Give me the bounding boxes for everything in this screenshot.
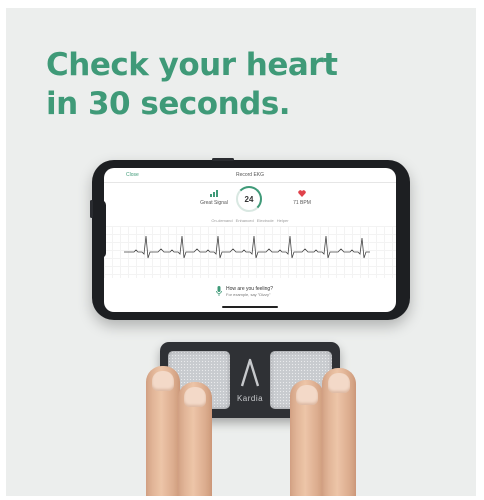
headline-line-2: in 30 seconds. — [46, 86, 291, 122]
phone: Close Record EKG Great Signal 24 71 BPM — [90, 158, 410, 320]
screen-title: Record EKG — [235, 172, 265, 178]
product-ad-card: Check your heart in 30 seconds. Close Re… — [6, 8, 476, 496]
prompt-subtitle: For example, say "Dizzy" — [226, 292, 271, 297]
headline: Check your heart in 30 seconds. — [46, 46, 338, 124]
phone-side-button — [212, 158, 234, 161]
voice-prompt: How are you feeling? For example, say "D… — [226, 286, 273, 298]
ecg-trace — [124, 235, 370, 259]
heart-rate-status: 71 BPM — [272, 190, 332, 206]
signal-bars-icon — [210, 190, 218, 197]
signal-status: Great Signal — [184, 190, 244, 206]
phone-notch — [98, 200, 106, 258]
heart-icon — [298, 190, 306, 197]
device-brand-label: Kardia — [236, 394, 264, 403]
timer-value: 24 — [244, 195, 254, 204]
right-index-finger — [322, 368, 356, 496]
left-middle-finger — [178, 382, 212, 496]
microphone-icon — [216, 286, 222, 296]
signal-label: Great Signal — [200, 200, 228, 206]
phone-screen: Close Record EKG Great Signal 24 71 BPM — [104, 168, 396, 312]
right-middle-finger — [290, 380, 324, 496]
ecg-waveform — [104, 226, 396, 278]
screen-top-bar: Close Record EKG — [104, 168, 396, 183]
recording-timer: 24 — [236, 186, 262, 212]
home-indicator — [222, 306, 278, 308]
kardia-logo-icon — [240, 358, 260, 387]
heart-rate-value: 71 BPM — [293, 200, 311, 206]
phone-side-button — [90, 200, 93, 218]
left-index-finger — [146, 366, 180, 496]
headline-line-1: Check your heart — [46, 47, 338, 83]
filter-options: On-demand Enhanced Electrode Helper — [211, 218, 289, 223]
